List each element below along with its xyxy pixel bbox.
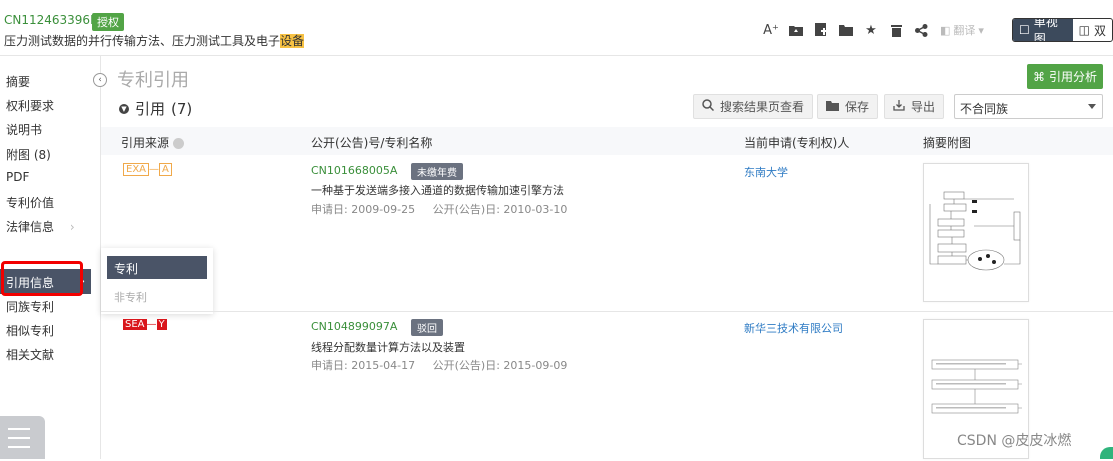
list-icon-line	[8, 446, 30, 448]
translate-dropdown[interactable]: ◧ 翻译 ▾	[940, 22, 984, 38]
table-row: EXA — A CN101668005A 未缴年费 一种基于发送端多接入通道的数据传…	[101, 155, 1113, 311]
source-separator: —	[149, 164, 160, 175]
export-icon	[893, 99, 905, 114]
column-header-figure: 摘要附图	[923, 136, 972, 150]
sidebar: 摘要 权利要求 说明书 附图 (8) PDF 专利价值 法律信息 › 引用信息 …	[0, 56, 107, 459]
note-add-icon[interactable]	[813, 22, 829, 38]
dual-view-label: 双	[1093, 23, 1106, 38]
dual-view-icon: ◫	[1078, 23, 1090, 37]
info-icon[interactable]	[173, 138, 185, 149]
sidebar-item-figures[interactable]: 附图 (8)	[6, 146, 51, 163]
translate-label: 翻译	[953, 24, 976, 37]
citation-analysis-button[interactable]: ⌘ 引用分析	[1027, 64, 1103, 89]
citation-header[interactable]: ▼ 引用 (7)	[119, 98, 192, 119]
patent-name-link[interactable]: 线程分配数量计算方法以及装置	[311, 339, 465, 355]
patent-title-text: 压力测试数据的并行传输方法、压力测试工具及电子	[4, 34, 281, 48]
abstract-figure-image	[929, 191, 1021, 271]
column-header-patent: 公开(公告)号/专利名称	[311, 136, 433, 150]
view-in-results-label: 搜索结果页查看	[720, 100, 805, 114]
sidebar-item-abstract[interactable]: 摘要	[6, 73, 30, 90]
sidebar-item-legal-label: 法律信息	[6, 220, 55, 234]
single-view-label: 单视图	[1033, 18, 1058, 42]
trash-icon[interactable]	[888, 22, 904, 38]
citation-source-tag: EXA — A	[123, 163, 172, 176]
citation-source-category: A	[159, 163, 172, 176]
citation-source-tag: SEA — Y	[123, 319, 167, 330]
sidebar-item-family[interactable]: 同族专利	[6, 298, 54, 315]
sidebar-item-value[interactable]: 专利价值	[6, 194, 54, 211]
sidebar-item-legal[interactable]: 法律信息 ›	[6, 218, 75, 235]
chevron-down-icon	[1088, 104, 1096, 109]
chevron-right-icon: ›	[69, 220, 75, 234]
chevron-down-icon: ▼	[119, 103, 129, 114]
list-icon-line	[8, 437, 30, 439]
apply-date: 申请日: 2009-09-25	[311, 203, 416, 216]
font-size-icon[interactable]: A⁺	[763, 22, 779, 38]
sidebar-item-claims[interactable]: 权利要求	[6, 97, 54, 114]
highlight-annotation-box	[1, 261, 83, 296]
column-header-source-label: 引用来源	[121, 136, 170, 150]
export-label: 导出	[911, 100, 936, 114]
citation-source-code: SEA	[123, 319, 147, 330]
watermark: CSDN @皮皮冰燃	[957, 433, 1072, 449]
outline-menu-button[interactable]	[0, 416, 45, 459]
analysis-icon: ⌘	[1032, 69, 1045, 84]
patent-title-highlight: 设备	[280, 34, 305, 48]
citation-label: 引用	[135, 100, 166, 118]
view-in-results-button[interactable]: 搜索结果页查看	[693, 94, 814, 119]
status-badge: 授权	[92, 13, 124, 31]
dual-view-button[interactable]: ◫ 双	[1073, 19, 1112, 41]
sidebar-item-related[interactable]: 相关文献	[6, 346, 54, 363]
patent-number-link[interactable]: CN104899097A	[311, 320, 397, 333]
sidebar-item-similar[interactable]: 相似专利	[6, 322, 54, 339]
source-separator: —	[146, 319, 157, 330]
folder-upload-icon[interactable]	[788, 22, 804, 38]
apply-date: 申请日: 2015-04-17	[311, 359, 416, 372]
main-content: 专利引用 ⌘ 引用分析 ▼ 引用 (7) 搜索结果页查看 保存 导出 不合同族 …	[101, 56, 1113, 459]
patent-status-badge: 未缴年费	[411, 163, 463, 180]
save-label: 保存	[845, 100, 870, 114]
search-icon	[702, 99, 715, 114]
save-button[interactable]: 保存	[817, 94, 879, 119]
abstract-figure-thumbnail[interactable]	[923, 163, 1029, 302]
patent-header: CN112463396B 授权 压力测试数据的并行传输方法、压力测试工具及电子设…	[0, 0, 1113, 56]
star-icon[interactable]: ★	[863, 22, 879, 38]
citation-source-code: EXA	[123, 163, 150, 176]
view-toggle: ☐ 单视图 ◫ 双	[1012, 18, 1113, 42]
chevron-down-icon: ▾	[978, 23, 984, 37]
toolbar: A⁺ ★ ◧ 翻译 ▾	[763, 22, 984, 38]
applicant-link[interactable]: 新华三技术有限公司	[744, 320, 843, 336]
column-header-applicant: 当前申请(专利权)人	[744, 136, 850, 150]
export-button[interactable]: 导出	[884, 94, 945, 119]
folder-icon[interactable]	[838, 22, 854, 38]
list-icon-line	[8, 428, 30, 430]
table-header: 引用来源 公开(公告)号/专利名称 当前申请(专利权)人 摘要附图	[101, 127, 1113, 155]
patent-title: 压力测试数据的并行传输方法、压力测试工具及电子设备	[4, 32, 305, 49]
sidebar-item-description[interactable]: 说明书	[6, 121, 42, 138]
patent-number-link[interactable]: CN101668005A	[311, 164, 397, 177]
section-title: 专利引用	[117, 70, 189, 91]
citation-source-category: Y	[156, 319, 167, 330]
share-icon[interactable]	[913, 22, 929, 38]
patent-dates: 申请日: 2015-04-17 公开(公告)日: 2015-09-09	[311, 357, 567, 373]
single-view-icon: ☐	[1019, 23, 1030, 37]
citation-count: (7)	[171, 99, 193, 118]
family-filter-select[interactable]: 不合同族	[954, 94, 1103, 119]
folder-icon	[826, 100, 839, 114]
publication-number: CN112463396B	[4, 13, 99, 27]
sidebar-item-pdf[interactable]: PDF	[6, 170, 29, 184]
column-header-source: 引用来源	[121, 134, 185, 151]
single-view-button[interactable]: ☐ 单视图	[1013, 19, 1073, 41]
family-filter-value: 不合同族	[960, 102, 1009, 116]
citation-analysis-label: 引用分析	[1048, 70, 1097, 84]
publication-date: 公开(公告)日: 2015-09-09	[432, 359, 568, 372]
patent-name-link[interactable]: 一种基于发送端多接入通道的数据传输加速引擎方法	[311, 182, 564, 198]
publication-date: 公开(公告)日: 2010-03-10	[432, 203, 568, 216]
patent-status-badge: 驳回	[411, 319, 443, 336]
translate-icon: ◧	[940, 23, 951, 37]
patent-dates: 申请日: 2009-09-25 公开(公告)日: 2010-03-10	[311, 201, 567, 217]
applicant-link[interactable]: 东南大学	[744, 164, 788, 180]
